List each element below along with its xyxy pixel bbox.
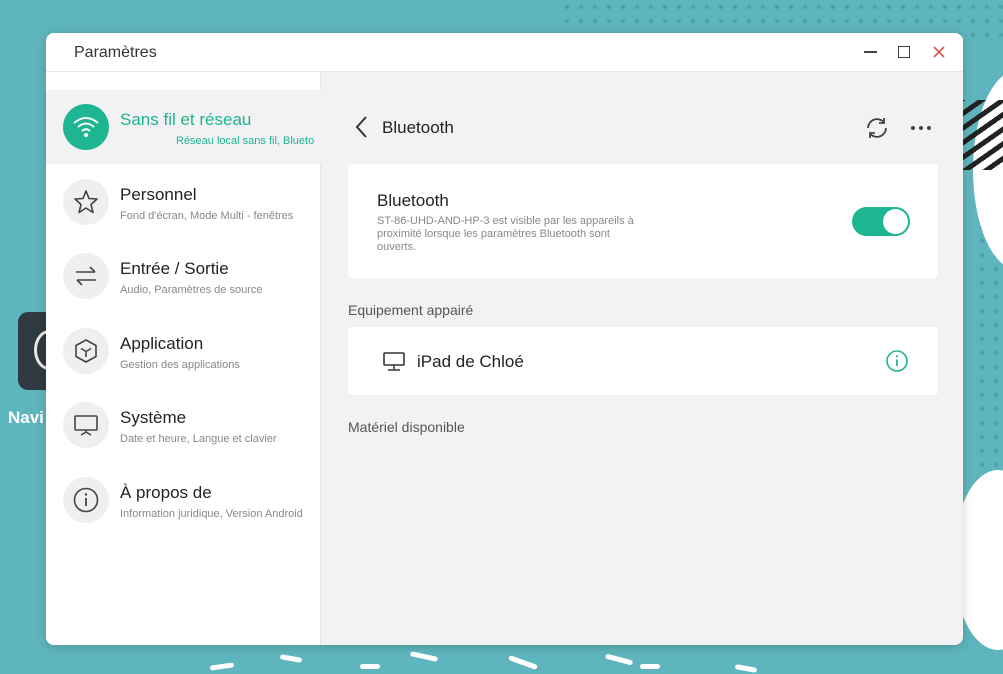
bluetooth-panel: Bluetooth Bluetooth ST-86-UHD-AND-HP-3 e… [322,72,963,645]
wifi-icon [63,104,109,150]
device-name: iPad de Chloé [417,352,524,371]
settings-sidebar: Sans fil et réseau Réseau local sans fil… [46,72,321,645]
sidebar-item-title: Entrée / Sortie [120,259,229,278]
paired-devices-heading: Equipement appairé [348,302,474,318]
info-icon [886,350,908,372]
wallpaper-dash [360,664,380,669]
sidebar-item-subtitle: Date et heure, Langue et clavier [120,433,277,445]
device-info-button[interactable] [885,349,909,373]
sidebar-item-system[interactable]: Système Date et heure, Langue et clavier [46,388,321,462]
wallpaper-dash [279,654,303,663]
wallpaper-dash [209,662,235,671]
bluetooth-toggle-card: Bluetooth ST-86-UHD-AND-HP-3 est visible… [348,164,938,278]
wallpaper-dash [734,664,758,673]
sidebar-item-title: Système [120,408,187,427]
window-title: Paramètres [74,44,157,61]
refresh-icon [867,118,887,138]
maximize-icon [898,46,910,58]
minimize-button[interactable] [857,39,883,65]
bluetooth-label: Bluetooth [377,191,449,210]
minimize-icon [863,51,877,53]
wallpaper-dash [604,653,634,666]
sidebar-item-about[interactable]: À propos de Information juridique, Versi… [46,463,321,537]
sidebar-item-wireless-network[interactable]: Sans fil et réseau Réseau local sans fil… [46,90,321,164]
refresh-button[interactable] [863,114,891,142]
sidebar-item-application[interactable]: Application Gestion des applications [46,314,321,388]
swap-arrows-icon [63,253,109,299]
wallpaper-dash [409,651,439,662]
more-horizontal-icon [911,126,931,130]
sidebar-item-title: Sans fil et réseau [120,110,252,129]
available-devices-heading: Matériel disponible [348,419,465,435]
page-title: Bluetooth [382,118,454,137]
toggle-knob [883,209,908,234]
info-icon [63,477,109,523]
bluetooth-description: ST-86-UHD-AND-HP-3 est visible par les a… [377,215,634,253]
cube-icon [63,328,109,374]
desktop-app-label: Navi [8,408,44,427]
sidebar-item-title: Application [120,334,204,353]
paired-device-row[interactable]: iPad de Chloé [348,327,938,395]
settings-window: Paramètres Sans fil et réseau Réseau loc… [46,33,963,645]
sidebar-item-subtitle: Audio, Paramètres de source [120,284,263,296]
sidebar-item-title: Personnel [120,185,197,204]
sidebar-item-subtitle: Réseau local sans fil, Blueto [176,135,315,147]
maximize-button[interactable] [891,39,917,65]
sidebar-item-personal[interactable]: Personnel Fond d'écran, Mode Multi - fen… [46,165,321,239]
monitor-icon [382,351,406,373]
more-options-button[interactable] [907,114,935,142]
close-button[interactable] [926,39,952,65]
sidebar-item-subtitle: Gestion des applications [120,359,240,371]
bluetooth-toggle[interactable] [852,207,910,236]
sidebar-item-subtitle: Information juridique, Version Android [120,508,303,520]
wallpaper-dash [508,655,538,670]
monitor-icon [63,402,109,448]
close-icon [933,46,945,58]
sidebar-item-subtitle: Fond d'écran, Mode Multi - fenêtres [120,210,294,222]
sidebar-item-input-output[interactable]: Entrée / Sortie Audio, Paramètres de sou… [46,239,321,313]
back-button[interactable] [352,113,372,141]
wallpaper-dash [640,664,660,669]
title-bar: Paramètres [46,33,963,72]
wallpaper-stripes [962,100,1003,170]
sidebar-item-title: À propos de [120,483,212,502]
star-icon [63,179,109,225]
chevron-left-icon [355,116,367,138]
